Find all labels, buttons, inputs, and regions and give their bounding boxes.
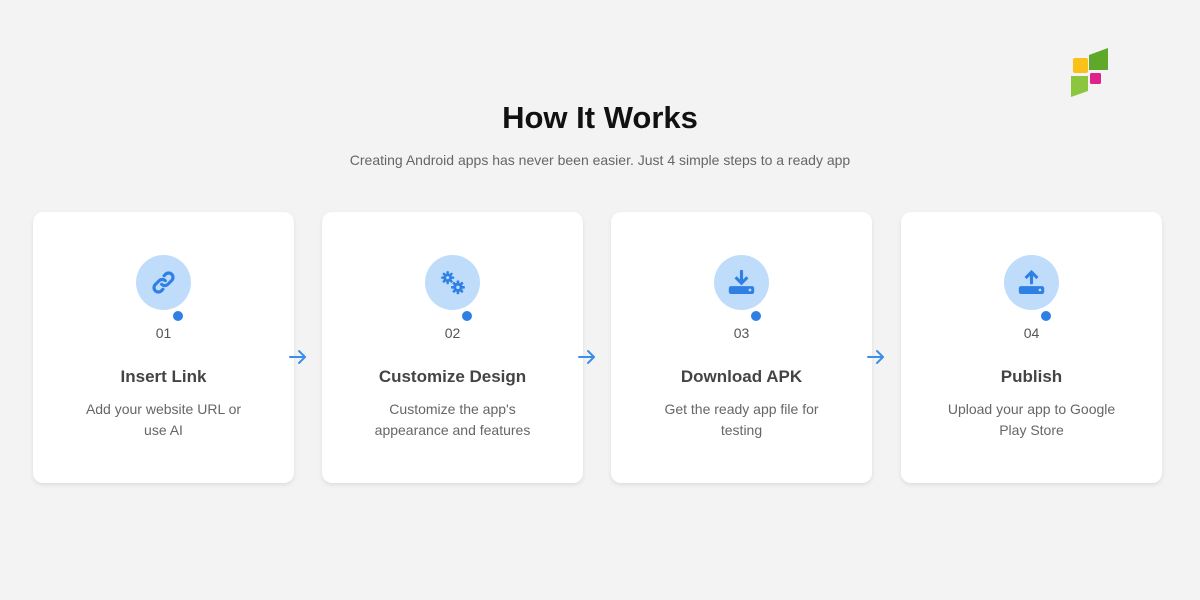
step-description: Upload your app to Google Play Store bbox=[947, 401, 1116, 438]
link-icon bbox=[152, 271, 175, 294]
step-title: Publish bbox=[1000, 367, 1063, 386]
step-description: Customize the app's appearance and featu… bbox=[374, 401, 531, 438]
step-icon-circle bbox=[136, 255, 191, 310]
upload-icon bbox=[1018, 269, 1045, 294]
step-description: Add your website URL or use AI bbox=[85, 401, 242, 438]
step-number: 02 bbox=[444, 325, 461, 341]
step-card-insert-link: 01 Insert Link Add your website URL or u… bbox=[33, 212, 294, 483]
step-card-publish: 04 Publish Upload your app to Google Pla… bbox=[901, 212, 1162, 483]
gears-icon bbox=[441, 271, 465, 295]
step-indicator-dot bbox=[1041, 311, 1051, 321]
page-title: How It Works bbox=[502, 100, 698, 135]
arrow-right-icon bbox=[578, 350, 595, 364]
step-title: Download APK bbox=[680, 367, 803, 386]
download-icon bbox=[728, 269, 755, 294]
step-title: Customize Design bbox=[378, 367, 527, 386]
step-indicator-dot bbox=[173, 311, 183, 321]
step-card-customize-design: 02 Customize Design Customize the app's … bbox=[322, 212, 583, 483]
step-icon-circle bbox=[425, 255, 480, 310]
step-icon-circle bbox=[714, 255, 769, 310]
step-number: 01 bbox=[155, 325, 172, 341]
brand-logo bbox=[1071, 48, 1108, 97]
step-card-download-apk: 03 Download APK Get the ready app file f… bbox=[611, 212, 872, 483]
step-indicator-dot bbox=[751, 311, 761, 321]
step-number: 03 bbox=[733, 325, 750, 341]
step-description: Get the ready app file for testing bbox=[664, 401, 819, 438]
step-title: Insert Link bbox=[120, 367, 207, 386]
step-indicator-dot bbox=[462, 311, 472, 321]
page-subtitle: Creating Android apps has never been eas… bbox=[349, 152, 851, 168]
arrow-right-icon bbox=[867, 350, 884, 364]
step-icon-circle bbox=[1004, 255, 1059, 310]
arrow-right-icon bbox=[289, 350, 306, 364]
step-number: 04 bbox=[1023, 325, 1040, 341]
